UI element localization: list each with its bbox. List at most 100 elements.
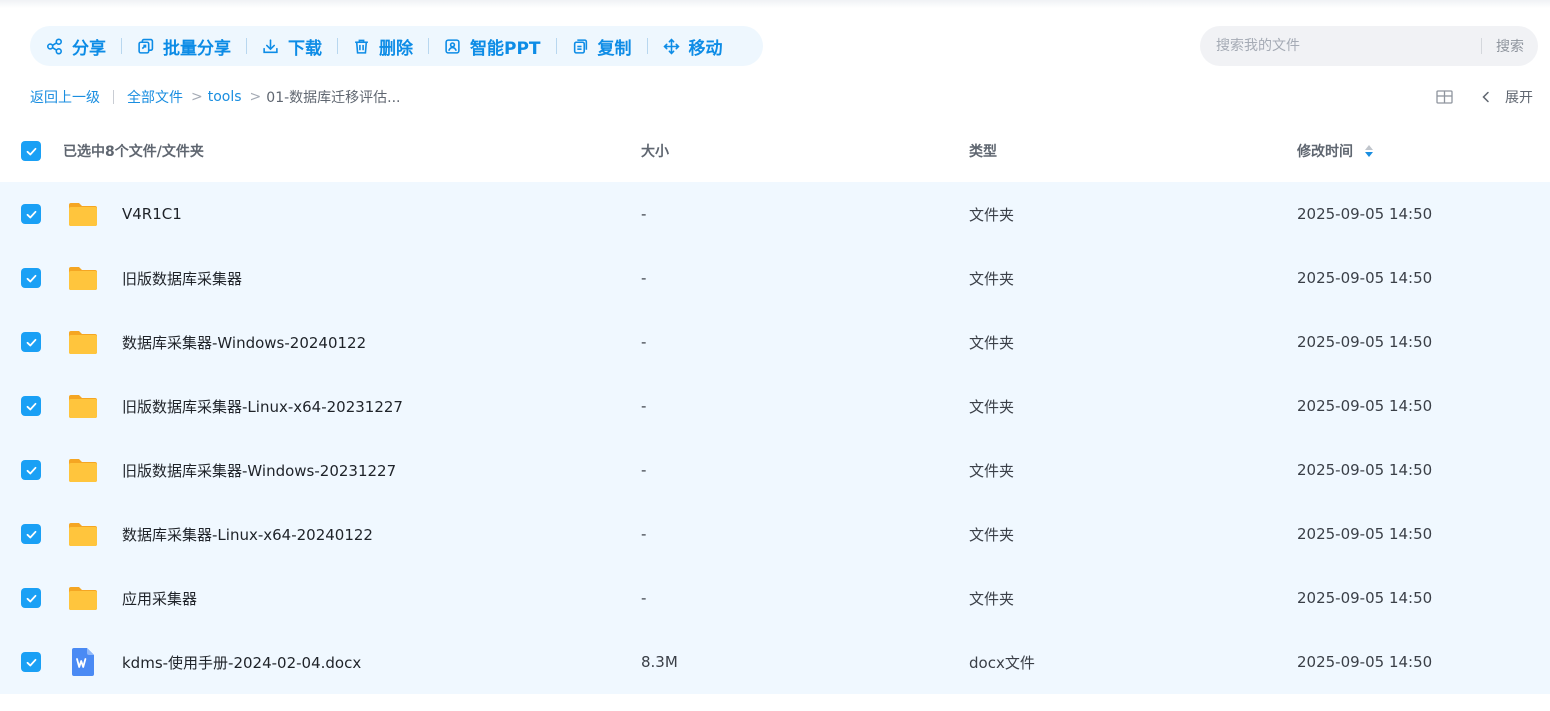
row-checkbox[interactable] [21, 652, 41, 672]
file-size: - [641, 525, 647, 543]
delete-label: 删除 [379, 38, 413, 59]
select-all-checkbox[interactable] [21, 141, 41, 161]
file-name[interactable]: 旧版数据库采集器 [122, 268, 242, 289]
search-button[interactable]: 搜索 [1482, 36, 1538, 56]
folder-icon [69, 331, 97, 354]
table-row[interactable]: 应用采集器 - 文件夹 2025-09-05 14:50 [0, 566, 1550, 630]
back-link[interactable]: 返回上一级 [30, 87, 100, 107]
toolbar-divider [428, 38, 429, 54]
move-label: 移动 [688, 38, 723, 59]
copy-icon [573, 38, 587, 54]
column-header-size[interactable]: 大小 [641, 141, 669, 161]
file-modified: 2025-09-05 14:50 [1297, 397, 1433, 415]
row-checkbox[interactable] [21, 524, 41, 544]
table-row[interactable]: 数据库采集器-Linux-x64-20240122 - 文件夹 2025-09-… [0, 502, 1550, 566]
table-row[interactable]: 旧版数据库采集器 - 文件夹 2025-09-05 14:50 [0, 246, 1550, 310]
check-icon [26, 402, 36, 410]
file-modified: 2025-09-05 14:50 [1297, 269, 1433, 287]
table-row[interactable]: 数据库采集器-Windows-20240122 - 文件夹 2025-09-05… [0, 310, 1550, 374]
download-button[interactable]: 下载 [262, 26, 322, 66]
smart-ppt-icon [445, 38, 460, 54]
check-icon [26, 594, 36, 602]
toolbar-divider [555, 38, 557, 54]
delete-button[interactable]: 删除 [353, 26, 413, 66]
file-name[interactable]: kdms-使用手册-2024-02-04.docx [122, 652, 361, 673]
file-modified: 2025-09-05 14:50 [1297, 333, 1433, 351]
folder-icon [69, 459, 97, 482]
row-checkbox[interactable] [21, 332, 41, 352]
file-size: - [641, 397, 647, 415]
file-type: 文件夹 [969, 333, 1015, 352]
file-name[interactable]: 数据库采集器-Windows-20240122 [122, 332, 366, 353]
file-list: V4R1C1 - 文件夹 2025-09-05 14:50 旧版数据库采集器 -… [0, 182, 1550, 694]
row-checkbox[interactable] [21, 588, 41, 608]
row-checkbox[interactable] [21, 268, 41, 288]
table-row[interactable]: kdms-使用手册-2024-02-04.docx 8.3M docx文件 20… [0, 630, 1550, 694]
table-row[interactable]: V4R1C1 - 文件夹 2025-09-05 14:50 [0, 182, 1550, 246]
share-button[interactable]: 分享 [46, 26, 106, 66]
breadcrumb-arrow-icon: > [249, 89, 262, 105]
toolbar-divider [246, 38, 247, 54]
file-size: - [641, 461, 647, 479]
search-bar: 搜索 [1200, 26, 1538, 66]
share-icon [47, 37, 62, 55]
file-type: 文件夹 [969, 461, 1015, 480]
chevron-left-icon [1482, 91, 1489, 103]
breadcrumb-tools[interactable]: tools [208, 89, 242, 105]
check-icon [26, 466, 36, 474]
selection-count: 已选中8个文件/文件夹 [63, 144, 204, 160]
row-checkbox[interactable] [21, 460, 41, 480]
file-name[interactable]: 旧版数据库采集器-Windows-20231227 [122, 460, 396, 481]
file-size: - [641, 589, 647, 607]
move-button[interactable]: 移动 [662, 26, 723, 66]
check-icon [26, 210, 36, 218]
column-header-type[interactable]: 类型 [969, 141, 997, 161]
file-size: - [641, 333, 647, 351]
breadcrumb-all-files[interactable]: 全部文件 [127, 87, 183, 107]
column-header-modified-label: 修改时间 [1297, 144, 1353, 160]
move-icon [662, 37, 680, 55]
expand-button[interactable]: 展开 [1481, 87, 1533, 107]
trash-icon [355, 39, 368, 54]
file-name[interactable]: 旧版数据库采集器-Linux-x64-20231227 [122, 396, 403, 417]
view-tools: 展开 [1436, 86, 1533, 108]
folder-icon [69, 267, 97, 290]
file-size: 8.3M [641, 653, 678, 671]
row-checkbox[interactable] [21, 396, 41, 416]
folder-icon [69, 203, 97, 226]
breadcrumb-current: 01-数据库迁移评估... [266, 90, 401, 106]
table-row[interactable]: 旧版数据库采集器-Linux-x64-20231227 - 文件夹 2025-0… [0, 374, 1550, 438]
file-modified: 2025-09-05 14:50 [1297, 653, 1433, 671]
smart-ppt-button[interactable]: 智能PPT [444, 26, 541, 66]
column-header-modified[interactable]: 修改时间 [1297, 141, 1374, 161]
file-size: - [641, 205, 647, 223]
check-icon [26, 658, 36, 666]
grid-view-icon[interactable] [1436, 90, 1453, 104]
sort-icon [1365, 145, 1373, 157]
download-icon [263, 38, 278, 53]
check-icon [26, 147, 36, 155]
file-size: - [641, 269, 647, 287]
share-label: 分享 [72, 38, 106, 59]
copy-button[interactable]: 复制 [572, 26, 632, 66]
top-shadow [0, 0, 1550, 8]
download-label: 下载 [288, 38, 322, 59]
file-name[interactable]: V4R1C1 [122, 205, 182, 223]
search-input[interactable] [1200, 26, 1481, 66]
row-checkbox[interactable] [21, 204, 41, 224]
table-row[interactable]: 旧版数据库采集器-Windows-20231227 - 文件夹 2025-09-… [0, 438, 1550, 502]
file-modified: 2025-09-05 14:50 [1297, 461, 1433, 479]
toolbar-divider [646, 38, 648, 54]
breadcrumb-divider [113, 90, 114, 104]
copy-label: 复制 [597, 38, 632, 59]
check-icon [26, 530, 36, 538]
batch-share-icon [138, 38, 154, 54]
check-icon [26, 274, 36, 282]
file-name[interactable]: 应用采集器 [122, 588, 197, 609]
toolbar-divider [337, 38, 338, 54]
batch-share-button[interactable]: 批量分享 [137, 26, 231, 66]
smart-ppt-label: 智能PPT [470, 38, 541, 59]
file-name[interactable]: 数据库采集器-Linux-x64-20240122 [122, 524, 373, 545]
file-type: 文件夹 [969, 269, 1015, 288]
expand-label: 展开 [1505, 90, 1533, 106]
